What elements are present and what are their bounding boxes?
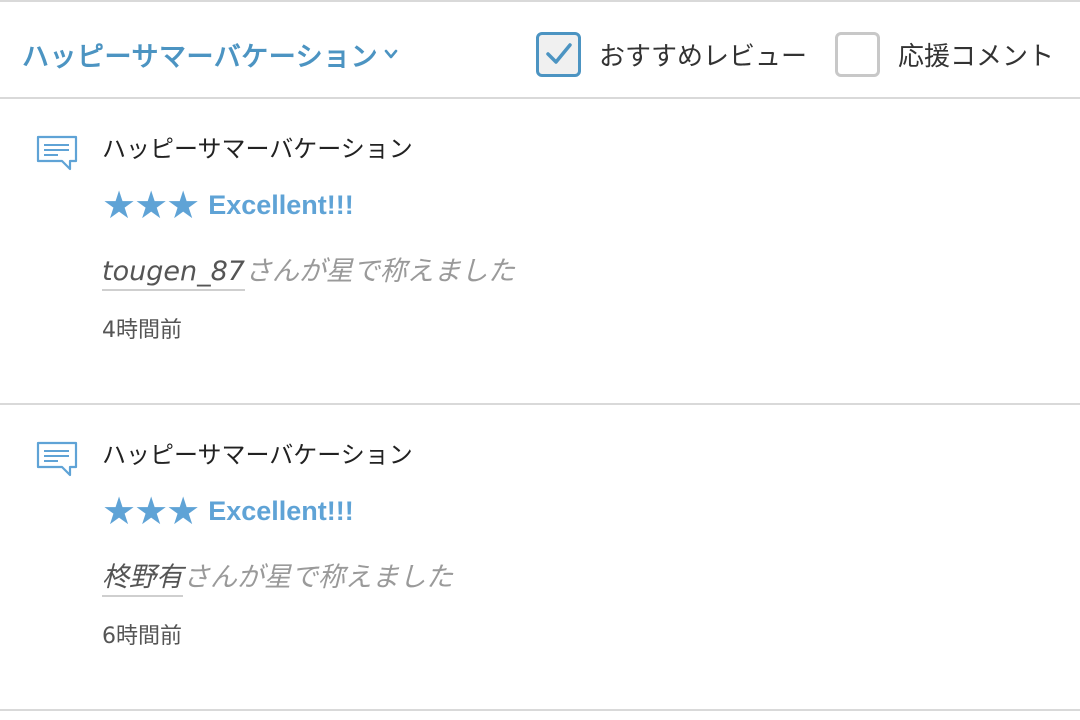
timestamp: 6時間前	[102, 624, 182, 649]
work-title: ハッピーサマーバケーション	[22, 41, 379, 73]
review-work-title[interactable]: ハッピーサマーバケーション	[102, 129, 413, 164]
comment-icon	[36, 135, 78, 171]
checkmark-icon	[545, 43, 572, 64]
recommended-label: おすすめレビュー	[599, 41, 808, 72]
praise-line: 柊野有さんが星で称えました	[102, 555, 453, 597]
review-item[interactable]: ハッピーサマーバケーション ★★★ Excellent!!! tougen_87…	[0, 99, 1080, 405]
praise-line: tougen_87さんが星で称えました	[102, 249, 515, 291]
star-rating: ★★★ Excellent!!!	[102, 185, 354, 225]
user-link[interactable]: 柊野有	[102, 562, 183, 597]
star-rating: ★★★ Excellent!!!	[102, 491, 354, 531]
recommended-checkbox[interactable]	[536, 31, 581, 77]
rating-text: Excellent!!!	[208, 189, 354, 220]
filter-support-comments[interactable]: 応援コメント	[835, 30, 1054, 78]
filter-recommended-reviews[interactable]: おすすめレビュー	[536, 30, 807, 78]
header-bar: ハッピーサマーバケーション おすすめレビュー 応援コメント	[0, 2, 1080, 99]
work-title-dropdown[interactable]: ハッピーサマーバケーション	[22, 34, 398, 74]
review-item[interactable]: ハッピーサマーバケーション ★★★ Excellent!!! 柊野有さんが星で称…	[0, 405, 1080, 711]
user-link[interactable]: tougen_87	[102, 256, 245, 291]
stars-icon: ★★★	[102, 489, 200, 533]
praise-suffix: さんが星で称えました	[183, 562, 453, 593]
rating-text: Excellent!!!	[208, 495, 354, 526]
comment-icon	[36, 441, 78, 477]
support-checkbox[interactable]	[835, 31, 880, 77]
timestamp: 4時間前	[102, 318, 182, 343]
chevron-down-icon	[384, 49, 398, 59]
review-work-title[interactable]: ハッピーサマーバケーション	[102, 435, 413, 470]
stars-icon: ★★★	[102, 183, 200, 227]
support-label: 応援コメント	[898, 41, 1055, 72]
praise-suffix: さんが星で称えました	[244, 256, 515, 287]
